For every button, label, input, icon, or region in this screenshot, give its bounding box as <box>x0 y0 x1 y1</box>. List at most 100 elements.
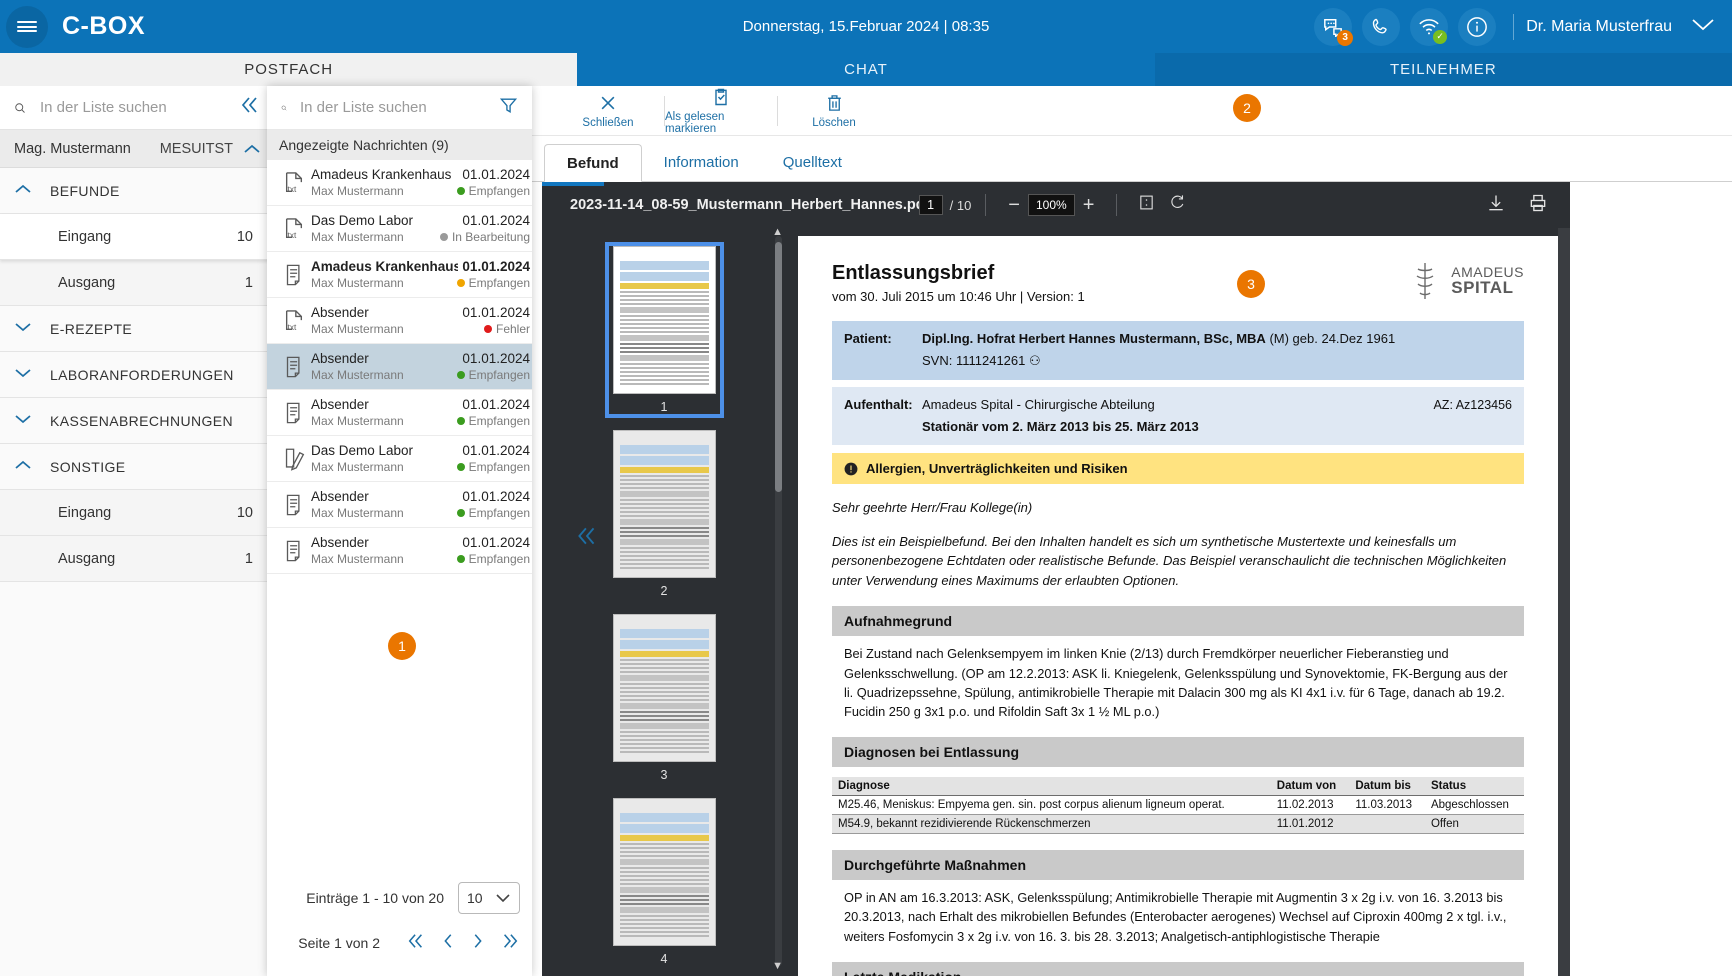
status-badge: Empfangen <box>469 184 530 198</box>
sidebar-item-eingang[interactable]: Eingang10 <box>0 490 275 536</box>
message-sender: Absender <box>311 397 458 412</box>
phone-icon[interactable] <box>1362 8 1400 46</box>
sidebar-search-input[interactable] <box>40 99 239 116</box>
collapse-sidebar-icon[interactable] <box>239 95 261 121</box>
wifi-icon[interactable]: ✓ <box>1410 8 1448 46</box>
app-header: C-BOX Donnerstag, 15.Februar 2024 | 08:3… <box>0 0 1732 53</box>
sidebar-search[interactable] <box>0 86 275 130</box>
message-rows: txt Amadeus Krankenhaus01.01.2024Max Must… <box>267 160 532 574</box>
delete-button[interactable]: Löschen <box>778 93 890 129</box>
zoom-out-button[interactable]: − <box>1000 195 1028 215</box>
hamburger-menu-icon[interactable] <box>6 6 48 48</box>
message-recipient: Max Mustermann <box>311 230 436 244</box>
message-list-item[interactable]: txtAmadeus Krankenhaus01.01.2024Max Must… <box>267 160 532 206</box>
table-cell: Abgeschlossen <box>1425 796 1524 815</box>
pdf-page-content: Entlassungsbrief vom 30. Juli 2015 um 10… <box>798 236 1558 976</box>
message-list-item[interactable]: Absender01.01.2024Max MustermannEmpfange… <box>267 390 532 436</box>
message-list-item[interactable]: Absender01.01.2024Max MustermannEmpfange… <box>267 482 532 528</box>
next-page-button[interactable] <box>471 932 484 954</box>
stay-line1: Amadeus Spital - Chirurgische Abteilung <box>922 396 1199 415</box>
tab-information[interactable]: Information <box>642 143 761 181</box>
collapse-message-panel-icon[interactable] <box>575 525 599 554</box>
sidebar-group-kassenabrechnungen[interactable]: KASSENABRECHNUNGEN <box>0 398 275 444</box>
tab-befund[interactable]: Befund <box>544 144 642 182</box>
message-search[interactable] <box>267 86 532 130</box>
status-dot <box>457 187 465 195</box>
sidebar-item-eingang[interactable]: Eingang10 <box>0 214 275 260</box>
page-size-value: 10 <box>467 890 483 906</box>
table-cell: M25.46, Meniskus: Empyema gen. sin. post… <box>832 796 1271 815</box>
doc-file-icon <box>277 401 311 425</box>
message-date: 01.01.2024 <box>462 397 530 412</box>
scroll-down-icon[interactable]: ▼ <box>772 960 783 972</box>
first-page-button[interactable] <box>406 932 426 954</box>
pdf-thumbnail[interactable]: 2 <box>613 430 716 598</box>
rotate-icon[interactable] <box>1162 194 1193 216</box>
thumbnail-scrollbar[interactable] <box>775 242 782 492</box>
table-cell: 11.03.2013 <box>1349 796 1425 815</box>
diagnoses-table: DiagnoseDatum vonDatum bisStatus M25.46,… <box>832 777 1524 834</box>
doc-file-icon <box>277 493 311 517</box>
doc-file-icon <box>277 355 311 379</box>
info-icon[interactable] <box>1458 8 1496 46</box>
message-list-item[interactable]: txtAbsender01.01.2024Max MustermannFehle… <box>267 298 532 344</box>
status-dot <box>457 509 465 517</box>
txt-file-icon: txt <box>277 309 311 333</box>
message-list-item[interactable]: txtDas Demo Labor01.01.2024Max Musterman… <box>267 206 532 252</box>
chevron-up-icon <box>243 143 261 155</box>
zoom-in-button[interactable]: + <box>1075 195 1103 215</box>
pdf-thumbnail[interactable]: 1 <box>609 246 720 414</box>
sidebar-group-e-rezepte[interactable]: E-REZEPTE <box>0 306 275 352</box>
sidebar-item-ausgang[interactable]: Ausgang1 <box>0 536 275 582</box>
message-search-input[interactable] <box>300 99 499 116</box>
sidebar-group-laboranforderungen[interactable]: LABORANFORDERUNGEN <box>0 352 275 398</box>
message-list-item[interactable]: Das Demo Labor01.01.2024Max MustermannEm… <box>267 436 532 482</box>
message-recipient: Max Mustermann <box>311 276 453 290</box>
clipboard-check-icon <box>711 87 731 107</box>
message-date: 01.01.2024 <box>462 489 530 504</box>
fit-page-icon[interactable] <box>1131 194 1162 216</box>
page-label: Seite 1 von 2 <box>298 935 380 951</box>
last-page-button[interactable] <box>500 932 520 954</box>
chevron-down-icon[interactable] <box>1690 16 1716 37</box>
account-code: MESUITST <box>160 141 233 157</box>
hospital-logo: AMADEUS SPITAL <box>1406 260 1524 302</box>
message-list-item[interactable]: Amadeus Krankenhaus01.01.2024Max Musterm… <box>267 252 532 298</box>
pdf-thumbnail-sidebar[interactable]: 1 23 4 ▲ ▼ <box>542 228 786 976</box>
tab-teilnehmer[interactable]: TEILNEHMER <box>1155 53 1732 86</box>
user-name: Dr. Maria Musterfrau <box>1526 18 1672 36</box>
chat-icon[interactable]: 3 <box>1314 8 1352 46</box>
sidebar-account[interactable]: Mag. Mustermann MESUITST <box>0 130 275 168</box>
thumbnail-label: 4 <box>613 952 716 966</box>
close-button[interactable]: Schließen <box>552 93 664 129</box>
pdf-thumbnail[interactable]: 4 <box>613 798 716 966</box>
pdf-page-input[interactable]: 1 <box>919 195 943 215</box>
message-recipient: Max Mustermann <box>311 184 453 198</box>
prev-page-button[interactable] <box>442 932 455 954</box>
sidebar-item-ausgang[interactable]: Ausgang1 <box>0 260 275 306</box>
message-date: 01.01.2024 <box>462 167 530 182</box>
tab-postfach[interactable]: POSTFACH <box>0 53 577 86</box>
doc-file-icon <box>277 263 311 287</box>
sidebar-group-sonstige[interactable]: SONSTIGE <box>0 444 275 490</box>
mark-read-button[interactable]: Als gelesen markieren <box>665 87 777 135</box>
sidebar-item-label: Eingang <box>58 505 111 521</box>
page-size-select[interactable]: 10 <box>458 882 520 914</box>
message-list-item[interactable]: Absender01.01.2024Max MustermannEmpfange… <box>267 528 532 574</box>
pdf-thumbnail[interactable]: 3 <box>613 614 716 782</box>
tab-quelltext[interactable]: Quelltext <box>761 143 864 181</box>
pdf-scrollbar[interactable] <box>1558 228 1570 976</box>
message-recipient: Max Mustermann <box>311 322 480 336</box>
annotation-badge-3: 3 <box>1237 270 1265 298</box>
message-list-item[interactable]: Absender01.01.2024Max MustermannEmpfange… <box>267 344 532 390</box>
scroll-up-icon[interactable]: ▲ <box>772 228 783 238</box>
tab-chat[interactable]: CHAT <box>577 53 1154 86</box>
sidebar-group-befunde[interactable]: BEFUNDE <box>0 168 275 214</box>
allergy-warning: Allergien, Unverträglichkeiten und Risik… <box>832 453 1524 484</box>
chevron-up-icon <box>14 182 32 200</box>
filter-icon[interactable] <box>499 96 518 120</box>
zoom-level[interactable]: 100% <box>1028 194 1075 216</box>
detail-tabs: Befund Information Quelltext <box>532 136 1732 182</box>
detail-toolbar: Schließen Als gelesen markieren Löschen <box>532 86 1732 136</box>
thumbnail-label: 1 <box>609 400 720 414</box>
